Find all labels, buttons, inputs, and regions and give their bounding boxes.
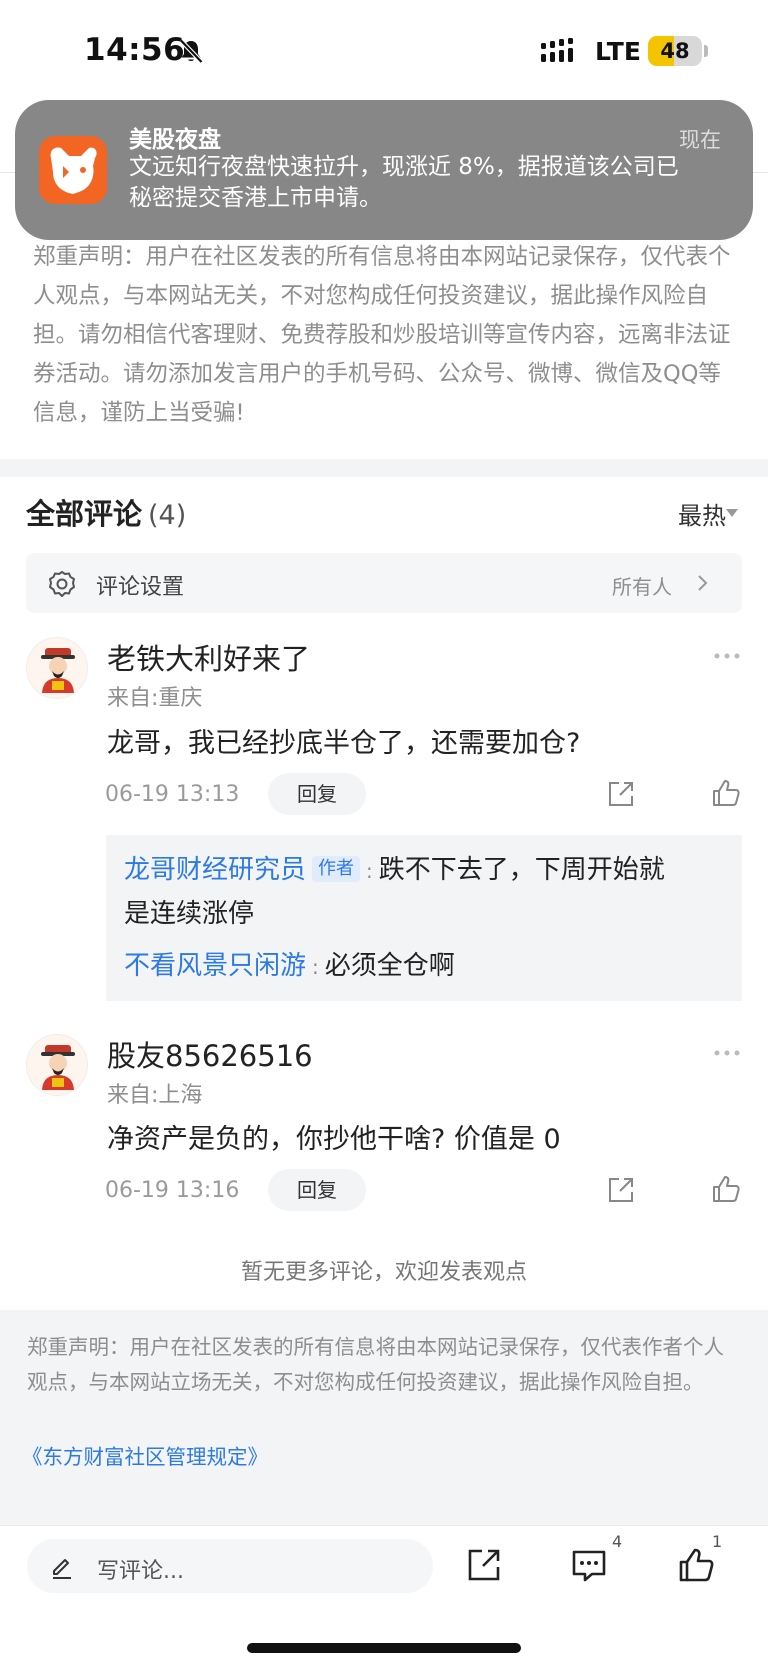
comment-date: 06-19 13:16 bbox=[105, 1178, 240, 1203]
reply-item[interactable]: 不看风景只闲游: 必须全仓啊 bbox=[124, 945, 455, 988]
like-icon[interactable] bbox=[677, 1546, 715, 1584]
comments-title: 全部评论 (4) bbox=[26, 491, 186, 533]
push-notification[interactable]: 美股夜盘 现在 文远知行夜盘快速拉升，现涨近 8%，据报道该公司已秘密提交香港上… bbox=[15, 100, 753, 240]
avatar[interactable] bbox=[26, 637, 88, 699]
author-badge: 作者 bbox=[312, 856, 361, 882]
reply-author[interactable]: 不看风景只闲游 bbox=[124, 951, 306, 981]
share-icon[interactable] bbox=[606, 779, 636, 809]
gear-icon bbox=[49, 571, 75, 597]
comment-username[interactable]: 股友85626516 bbox=[107, 1033, 313, 1075]
bull-logo-icon bbox=[50, 147, 97, 194]
reply-text: 必须全仓啊 bbox=[324, 951, 455, 981]
section-divider bbox=[0, 459, 768, 477]
network-type: LTE bbox=[595, 37, 641, 66]
reply-thread: 龙哥财经研究员 作者: 跌不下去了，下周开始就 是连续涨停 不看风景只闲游: 必须全仓… bbox=[106, 835, 742, 1001]
sort-dropdown[interactable]: 最热 bbox=[678, 496, 726, 531]
comment-username[interactable]: 老铁大利好来了 bbox=[107, 636, 310, 678]
status-bar: 14:56 LTE 48 bbox=[0, 0, 768, 100]
reply-button[interactable]: 回复 bbox=[268, 773, 366, 815]
comment-icon[interactable] bbox=[570, 1546, 608, 1584]
comment-settings-value: 所有人 bbox=[612, 575, 672, 599]
mute-bell-icon bbox=[179, 38, 204, 64]
share-icon[interactable] bbox=[465, 1546, 503, 1584]
comment-settings-label: 评论设置 bbox=[96, 575, 185, 600]
reply-text: 跌不下去了，下周开始就 bbox=[378, 855, 665, 885]
notification-time: 现在 bbox=[679, 128, 721, 152]
battery-tip bbox=[704, 45, 708, 57]
comment-text: 龙哥，我已经抄底半仓了，还需要加仓? bbox=[107, 728, 581, 759]
like-icon[interactable] bbox=[711, 1174, 741, 1204]
comment-input[interactable]: 写评论... bbox=[27, 1539, 433, 1593]
like-icon[interactable] bbox=[711, 778, 741, 808]
app-icon bbox=[39, 136, 107, 204]
comment-settings-row[interactable]: 评论设置 所有人 bbox=[26, 553, 742, 613]
cellular-signal-icon bbox=[541, 38, 573, 62]
avatar[interactable] bbox=[26, 1034, 88, 1096]
comments-count: (4) bbox=[148, 500, 187, 531]
reply-item[interactable]: 龙哥财经研究员 作者: 跌不下去了，下周开始就 bbox=[124, 849, 665, 892]
reply-text-continued: 是连续涨停 bbox=[124, 899, 255, 929]
no-more-comments: 暂无更多评论，欢迎发表观点 bbox=[240, 1260, 527, 1285]
reply-button[interactable]: 回复 bbox=[268, 1169, 366, 1211]
disclaimer-bottom-text: 郑重声明：用户在社区发表的所有信息将由本网站记录保存，仅代表作者个人观点，与本网… bbox=[27, 1335, 724, 1394]
more-options-icon[interactable] bbox=[713, 652, 741, 660]
status-time: 14:56 bbox=[84, 32, 186, 68]
notification-title: 美股夜盘 bbox=[129, 127, 221, 153]
comment-text: 净资产是负的，你抄他干啥? 价值是 0 bbox=[107, 1124, 561, 1155]
home-indicator[interactable] bbox=[247, 1643, 521, 1653]
comments-title-text: 全部评论 bbox=[26, 497, 143, 531]
disclaimer-top: 郑重声明：用户在社区发表的所有信息将由本网站记录保存，仅代表个人观点，与本网站无… bbox=[33, 244, 731, 426]
comment-input-placeholder: 写评论... bbox=[97, 1559, 184, 1584]
more-options-icon[interactable] bbox=[713, 1049, 741, 1057]
disclaimer-bottom: 郑重声明：用户在社区发表的所有信息将由本网站记录保存，仅代表作者个人观点，与本网… bbox=[0, 1310, 768, 1525]
comment-count-badge: 4 bbox=[612, 1532, 623, 1551]
like-count-badge: 1 bbox=[712, 1532, 723, 1551]
chevron-right-icon bbox=[698, 575, 708, 591]
community-rules-link[interactable]: 《东方财富社区管理规定》 bbox=[22, 1440, 268, 1470]
caishen-avatar-icon bbox=[41, 1045, 75, 1090]
caishen-avatar-icon bbox=[41, 648, 75, 693]
comment-location: 来自:重庆 bbox=[107, 686, 203, 711]
reply-author[interactable]: 龙哥财经研究员 bbox=[124, 855, 306, 885]
comment-location: 来自:上海 bbox=[107, 1083, 203, 1108]
pencil-icon bbox=[53, 1559, 71, 1579]
comment-date: 06-19 13:13 bbox=[105, 782, 240, 807]
battery-indicator: 48 bbox=[648, 36, 702, 66]
battery-percent: 48 bbox=[660, 39, 690, 63]
share-icon[interactable] bbox=[606, 1175, 636, 1205]
caret-down-icon[interactable] bbox=[726, 509, 738, 517]
notification-message: 文远知行夜盘快速拉升，现涨近 8%，据报道该公司已秘密提交香港上市申请。 bbox=[129, 154, 679, 211]
